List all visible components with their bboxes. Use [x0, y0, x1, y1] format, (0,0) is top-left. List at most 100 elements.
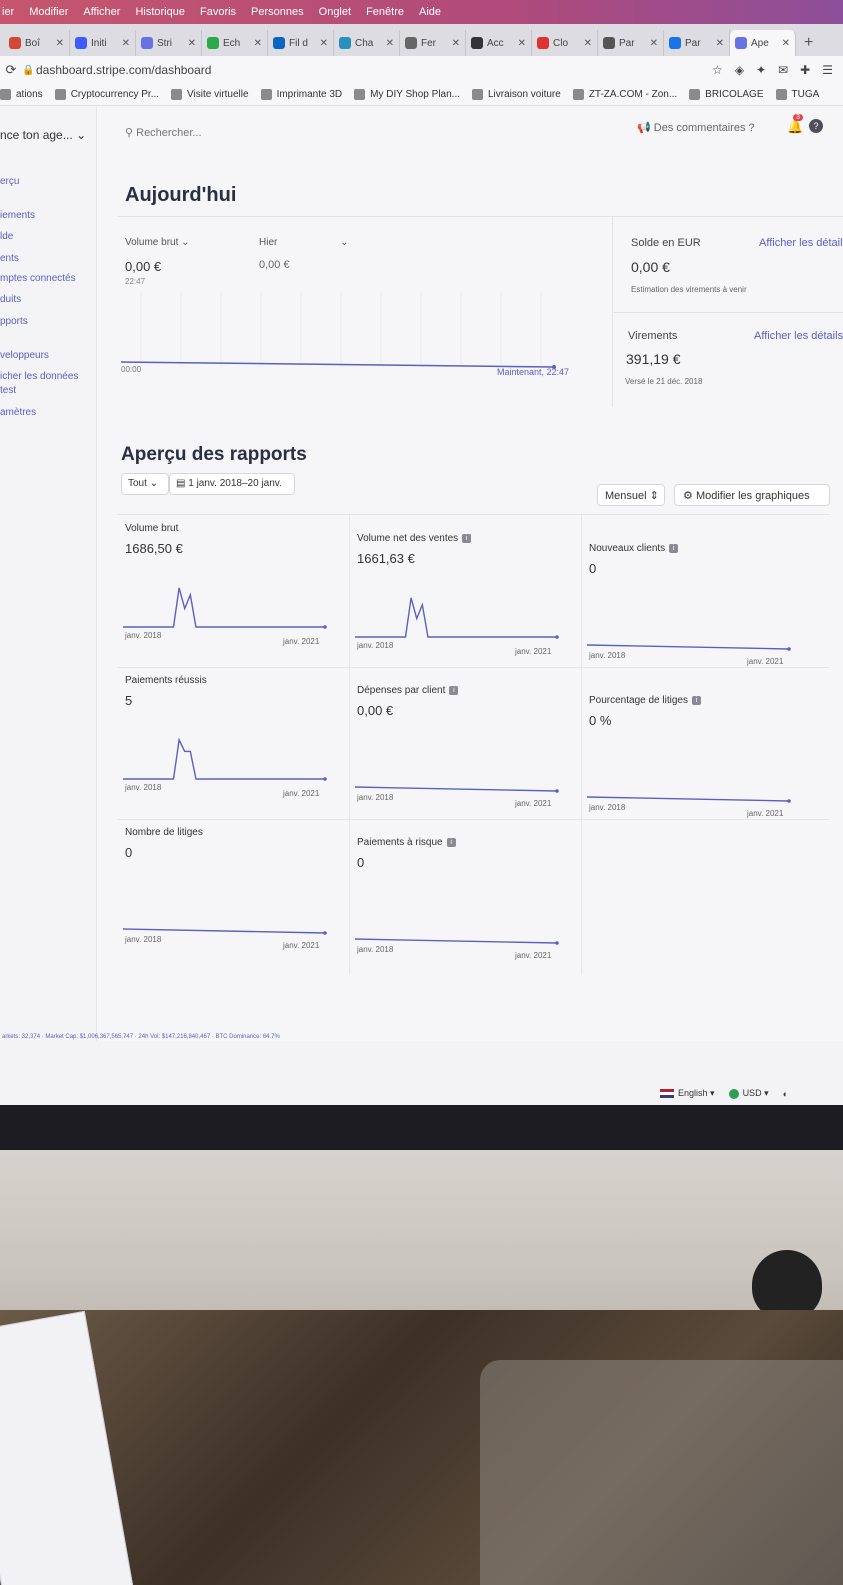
close-icon[interactable]: ✕ — [188, 38, 196, 49]
info-icon[interactable]: i — [446, 837, 456, 847]
account-switcher[interactable]: nce ton age... ⌄ — [0, 128, 86, 142]
close-icon[interactable]: ✕ — [716, 38, 724, 49]
sidebar-item[interactable]: amètres — [0, 407, 36, 418]
info-icon[interactable]: i — [669, 543, 679, 553]
menu-item[interactable]: Favoris — [200, 6, 236, 18]
close-icon[interactable]: ✕ — [122, 38, 130, 49]
sidebar-item[interactable]: duits — [0, 294, 21, 305]
sidebar-item[interactable]: test — [0, 385, 16, 396]
menu-item[interactable]: Modifier — [29, 6, 68, 18]
extension-icon[interactable]: ✦ — [756, 63, 766, 77]
close-icon[interactable]: ✕ — [56, 38, 64, 49]
dark-mode-icon[interactable]: ◐ — [783, 1089, 788, 1099]
bookmark-item[interactable]: BRICOLAGE — [689, 89, 764, 100]
gross-volume-selector[interactable]: Volume brut ⌄ — [125, 237, 190, 248]
browser-tab[interactable]: Clo ✕ — [532, 30, 598, 56]
filter-select[interactable]: Tout ⌄ — [121, 473, 169, 495]
notifications-button[interactable]: 🔔 3 — [787, 114, 803, 135]
sidebar-item[interactable]: pports — [0, 316, 28, 327]
menu-item[interactable]: Afficher — [83, 6, 120, 18]
interval-select[interactable]: Mensuel ⇕ — [597, 484, 665, 506]
url-field[interactable]: dashboard.stripe.com/dashboard — [36, 63, 712, 77]
bookmark-item[interactable]: Livraison voiture — [472, 89, 561, 100]
sidebar-item[interactable]: ents — [0, 253, 19, 264]
date-range-picker[interactable]: ▤ 1 janv. 2018–20 janv. — [169, 473, 295, 495]
compare-period-selector[interactable]: Hier ⌄ — [259, 237, 349, 248]
bookmark-item[interactable]: Visite virtuelle — [171, 89, 249, 100]
sparkline-series — [355, 597, 557, 638]
currency-select[interactable]: USD ▾ — [728, 1088, 769, 1099]
browser-tab[interactable]: Acc ✕ — [466, 30, 532, 56]
sidebar-item[interactable]: veloppeurs — [0, 350, 49, 361]
sidebar-item[interactable]: erçu — [0, 176, 19, 187]
browser-tab[interactable]: Par ✕ — [664, 30, 730, 56]
close-icon[interactable]: ✕ — [452, 38, 460, 49]
browser-tab[interactable]: Boî ✕ — [4, 30, 70, 56]
bookmark-item[interactable]: My DIY Shop Plan... — [354, 89, 460, 100]
balance-details-link[interactable]: Afficher les détails — [759, 237, 843, 249]
yesterday-label: Hier — [259, 237, 278, 248]
menu-item[interactable]: Onglet — [319, 6, 351, 18]
edit-charts-button[interactable]: ⚙ Modifier les graphiques — [674, 484, 830, 506]
browser-tab[interactable]: Fer ✕ — [400, 30, 466, 56]
new-tab-icon[interactable]: + — [796, 30, 821, 56]
menu-item[interactable]: Fenêtre — [366, 6, 404, 18]
browser-tab[interactable]: Ech ✕ — [202, 30, 268, 56]
report-card-label: Nombre de litiges — [125, 827, 203, 838]
close-icon[interactable]: ✕ — [254, 38, 262, 49]
close-icon[interactable]: ✕ — [650, 38, 658, 49]
bookmark-item[interactable]: Cryptocurrency Pr... — [54, 89, 159, 100]
search-input[interactable]: ⚲ Rechercher... — [125, 126, 202, 139]
bookmark-item[interactable]: Imprimante 3D — [260, 89, 342, 100]
menu-item[interactable]: Historique — [135, 6, 185, 18]
close-icon[interactable]: ✕ — [518, 38, 526, 49]
megaphone-icon: 📢 — [637, 122, 651, 134]
sparkline-chart — [587, 644, 791, 651]
feedback-button[interactable]: 📢 Des commentaires ? — [637, 121, 755, 134]
info-icon[interactable]: i — [449, 685, 459, 695]
menu-item[interactable]: Personnes — [251, 6, 304, 18]
report-card[interactable]: Paiements réussis 5 janv. 2018 janv. 2021 — [117, 667, 349, 819]
browser-tab[interactable]: Initi ✕ — [70, 30, 136, 56]
menu-item[interactable]: Aide — [419, 6, 441, 18]
report-card[interactable]: Pourcentage de litiges i 0 % janv. 2018 janv… — [581, 687, 813, 839]
browser-tab[interactable]: Cha ✕ — [334, 30, 400, 56]
sparkline-end-label: janv. 2021 — [283, 637, 320, 646]
bookmark-star-icon[interactable]: ☆ — [712, 63, 723, 77]
bookmark-item[interactable]: TUGA — [775, 89, 819, 100]
reload-icon[interactable]: ⟳ — [0, 62, 22, 78]
browser-tab[interactable]: Ape ✕ — [730, 30, 796, 56]
report-card[interactable]: Volume net des ventes i 1661,63 € janv. 201… — [349, 525, 581, 677]
report-card[interactable]: Nouveaux clients i 0 janv. 2018 janv. 2021 — [581, 535, 813, 687]
report-card[interactable]: Paiements à risque i 0 janv. 2018 janv. 2021 — [349, 829, 581, 981]
menu-icon[interactable]: ☰ — [822, 63, 833, 77]
menu-item[interactable]: ier — [2, 6, 14, 18]
help-icon[interactable]: ? — [809, 119, 823, 133]
sidebar-item[interactable]: mptes connectés — [0, 273, 76, 284]
tab-label: Boî — [25, 37, 41, 49]
close-icon[interactable]: ✕ — [584, 38, 592, 49]
extension-icon[interactable]: ◈ — [735, 63, 744, 77]
close-icon[interactable]: ✕ — [386, 38, 394, 49]
sidebar-item[interactable]: lde — [0, 231, 13, 242]
close-icon[interactable]: ✕ — [320, 38, 328, 49]
payouts-details-link[interactable]: Afficher les détails — [754, 330, 843, 342]
sidebar-item[interactable]: iements — [0, 210, 35, 221]
puzzle-icon[interactable]: ✚ — [800, 63, 810, 77]
bookmark-item[interactable]: ations — [0, 89, 43, 100]
footer-controls: English ▾ USD ▾ ◐ — [660, 1088, 788, 1099]
browser-tab[interactable]: Par ✕ — [598, 30, 664, 56]
sidebar-item[interactable]: icher les données — [0, 371, 78, 382]
browser-tab[interactable]: Fil d ✕ — [268, 30, 334, 56]
close-icon[interactable]: ✕ — [782, 38, 790, 49]
browser-tab[interactable]: Stri ✕ — [136, 30, 202, 56]
info-icon[interactable]: i — [462, 533, 472, 543]
report-card[interactable]: Volume brut 1686,50 € janv. 2018 janv. 2021 — [117, 515, 349, 667]
report-card[interactable]: Dépenses par client i 0,00 € janv. 2018 janv… — [349, 677, 581, 829]
mail-icon[interactable]: ✉ — [778, 63, 788, 77]
folder-icon — [472, 89, 483, 100]
report-card[interactable]: Nombre de litiges 0 janv. 2018 janv. 2021 — [117, 819, 349, 971]
bookmark-item[interactable]: ZT-ZA.COM - Zon... — [572, 89, 677, 100]
language-select[interactable]: English ▾ — [660, 1088, 715, 1099]
info-icon[interactable]: i — [691, 695, 701, 705]
